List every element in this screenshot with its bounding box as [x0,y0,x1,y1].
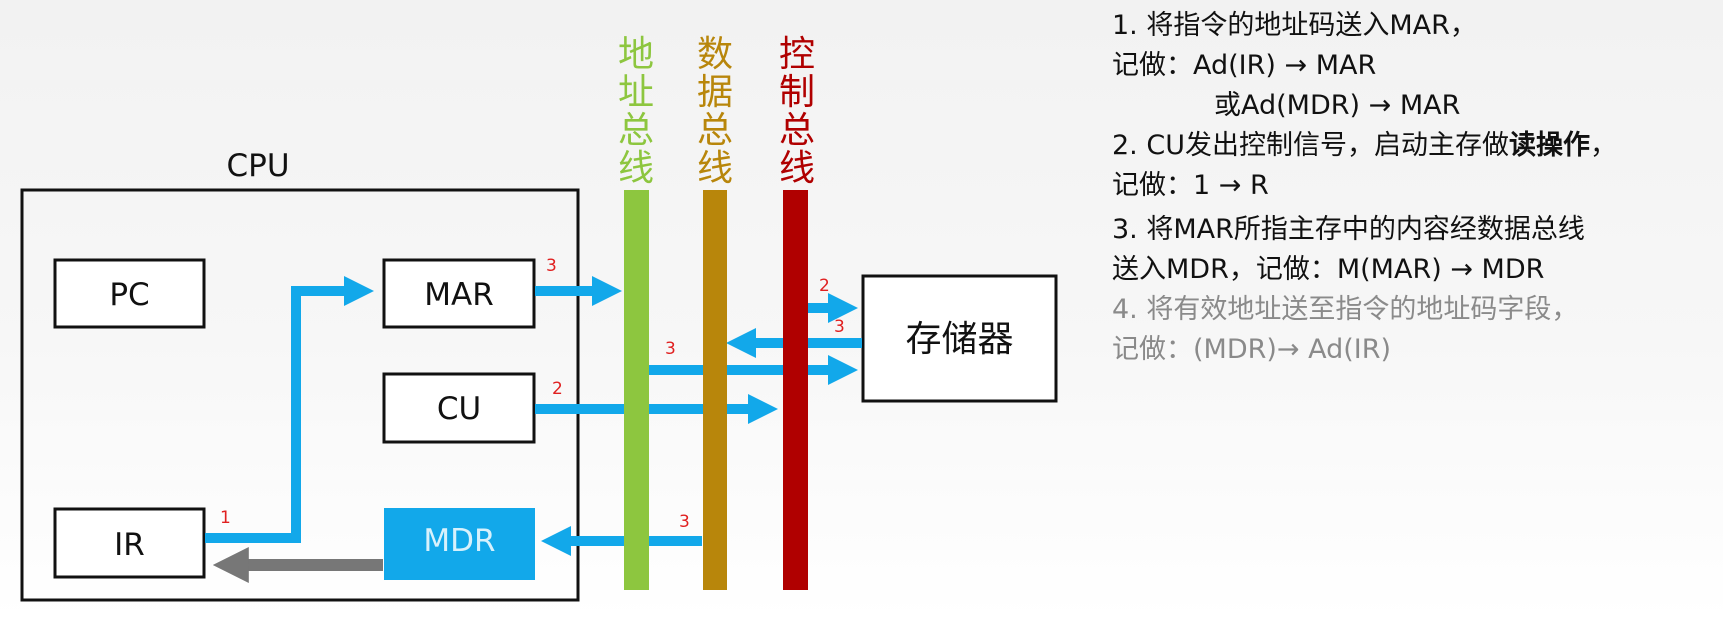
step-emphasis: 读操作 [1508,130,1590,161]
control-bus-label: 控 制 总 线 [779,34,815,189]
step-2: 2. CU发出控制信号，启动主存做读操作， 记做：1 → R [1112,126,1717,206]
step-4: 4. 将有效地址送至指令的地址码字段， 记做：(MDR)→ Ad(IR) [1112,290,1717,370]
address-bus-char: 址 [618,72,654,113]
data-bus-label: 数 据 总 线 [697,34,733,189]
address-bus-bar [624,190,649,590]
address-bus-label: 地 址 总 线 [618,34,654,189]
step-1: 1. 将指令的地址码送入MAR， 记做：Ad(IR) → MAR 或Ad(MDR… [1112,6,1717,126]
data-bus-char: 据 [697,72,733,113]
arrow-ir-to-mar [205,276,375,543]
step-line: 4. 将有效地址送至指令的地址码字段， [1112,294,1579,325]
pc-register: PC [53,258,206,329]
step-3: 3. 将MAR所指主存中的内容经数据总线 送入MDR，记做：M(MAR) → M… [1112,210,1717,290]
step-line: 记做：(MDR)→ Ad(IR) [1112,334,1392,365]
control-bus-char: 制 [779,72,815,113]
control-bus-char: 控 [779,34,815,75]
mdr-register: MDR [384,508,535,580]
pc-register-label: PC [109,277,149,313]
data-bus-char: 线 [697,148,733,189]
control-bus-char: 总 [779,110,815,151]
mdr-register-label: MDR [423,523,495,559]
step-line: 记做：Ad(IR) → MAR [1112,50,1377,81]
step-descriptions: 1. 将指令的地址码送入MAR， 记做：Ad(IR) → MAR 或Ad(MDR… [1112,6,1717,370]
step-line: 或Ad(MDR) → MAR [1214,90,1461,121]
step-text: ， [1589,130,1617,161]
address-bus-char: 总 [618,110,654,151]
address-bus-char: 地 [618,34,654,75]
memory-unit: 存储器 [861,274,1058,403]
step-mark: 2 [552,379,563,399]
mar-register-label: MAR [424,277,494,313]
step-line: 2. CU发出控制信号，启动主存做读操作， [1112,126,1717,166]
ir-register: IR [53,507,206,579]
data-bus-bar [703,190,727,590]
cu-register: CU [382,372,536,444]
step-line: 1. 将指令的地址码送入MAR， [1112,10,1477,41]
cu-register-label: CU [437,391,481,427]
step-mark: 3 [679,512,690,532]
data-bus-char: 数 [697,34,733,75]
ir-register-label: IR [114,527,145,563]
step-mark: 3 [546,256,557,276]
step-line: 记做：1 → R [1112,170,1269,201]
data-bus-char: 总 [697,110,733,151]
memory-label: 存储器 [905,319,1013,360]
step-mark: 2 [819,276,830,296]
step-mark: 1 [220,508,231,528]
step-line: 送入MDR，记做：M(MAR) → MDR [1112,254,1545,285]
step-mark: 3 [834,317,845,337]
step-line: 3. 将MAR所指主存中的内容经数据总线 [1112,214,1585,245]
control-bus-char: 线 [779,148,815,189]
control-bus-bar [783,190,808,590]
cpu-label: CPU [226,148,289,184]
mar-register: MAR [382,258,536,329]
step-mark: 3 [665,339,676,359]
address-bus-char: 线 [618,148,654,189]
step-text: 2. CU发出控制信号，启动主存做 [1112,130,1509,161]
